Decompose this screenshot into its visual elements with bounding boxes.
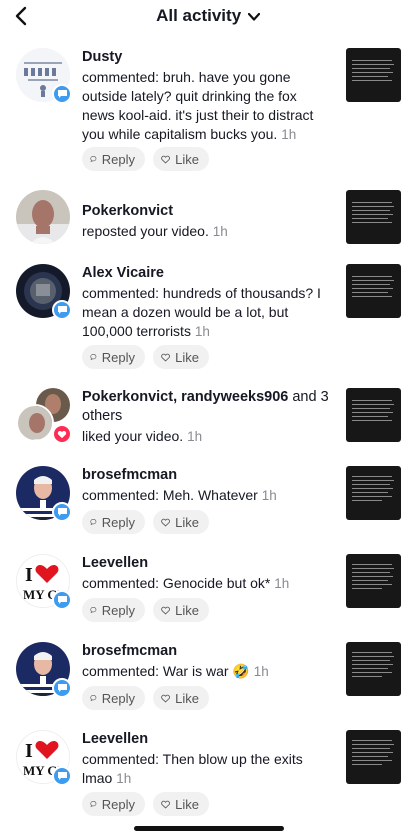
reply-button[interactable]: Reply (82, 147, 145, 171)
comment-badge-icon (52, 300, 72, 320)
activity-text: commented: Then blow up the exits lmao 1… (82, 751, 303, 786)
like-button[interactable]: Like (153, 598, 209, 622)
reply-button[interactable]: Reply (82, 345, 145, 369)
like-button[interactable]: Like (153, 686, 209, 710)
avatar[interactable] (16, 190, 70, 244)
reply-button[interactable]: Reply (82, 510, 145, 534)
activity-item[interactable]: Pokerkonvict reposted your video. 1h (0, 188, 416, 248)
activity-item[interactable]: Alex Vicaire commented: hundreds of thou… (0, 262, 416, 372)
like-button[interactable]: Like (153, 792, 209, 816)
timestamp: 1h (187, 429, 203, 444)
comment-badge-icon (52, 766, 72, 786)
activity-item[interactable]: Pokerkonvict, randyweeks906 and 3 others… (0, 386, 416, 450)
like-button[interactable]: Like (153, 147, 209, 171)
speech-bubble-icon (90, 156, 97, 163)
comment-badge-icon (52, 84, 72, 104)
heart-badge-icon (52, 424, 72, 444)
username[interactable]: Leevellen (82, 554, 332, 573)
activity-text: commented: War is war 🤣 1h (82, 663, 269, 679)
comment-badge-icon (52, 502, 72, 522)
usernames[interactable]: Pokerkonvict, randyweeks906 and 3 others (82, 388, 332, 426)
speech-bubble-icon (90, 354, 97, 361)
timestamp: 1h (261, 488, 277, 503)
avatar (16, 404, 54, 442)
timestamp: 1h (116, 771, 132, 786)
home-indicator[interactable] (134, 826, 284, 831)
heart-icon (161, 155, 170, 164)
username[interactable]: brosefmcman (82, 642, 332, 661)
heart-icon (161, 800, 170, 809)
comment-badge-icon (52, 590, 72, 610)
activity-text: reposted your video. 1h (82, 223, 228, 239)
activity-text: commented: Genocide but ok* 1h (82, 575, 290, 591)
video-thumbnail[interactable] (346, 730, 401, 784)
timestamp: 1h (253, 664, 269, 679)
video-thumbnail[interactable] (346, 554, 401, 608)
header: All activity (0, 0, 416, 34)
like-button[interactable]: Like (153, 510, 209, 534)
video-thumbnail[interactable] (346, 190, 401, 244)
timestamp: 1h (212, 224, 228, 239)
like-button[interactable]: Like (153, 345, 209, 369)
video-thumbnail[interactable] (346, 388, 401, 442)
activity-item[interactable]: Dusty commented: bruh. have you gone out… (0, 44, 416, 174)
activity-item[interactable]: brosefmcman commented: Meh. Whatever 1h … (0, 464, 416, 544)
reply-button[interactable]: Reply (82, 686, 145, 710)
timestamp: 1h (194, 324, 210, 339)
activity-item[interactable]: I MY GF Leevellen commented: Then blow u… (0, 728, 416, 820)
speech-bubble-icon (90, 519, 97, 526)
username[interactable]: Dusty (82, 48, 332, 67)
timestamp: 1h (281, 127, 297, 142)
reply-button[interactable]: Reply (82, 598, 145, 622)
heart-icon (161, 606, 170, 615)
username[interactable]: Leevellen (82, 730, 332, 749)
activity-item[interactable]: brosefmcman commented: War is war 🤣 1h R… (0, 640, 416, 720)
username[interactable]: brosefmcman (82, 466, 332, 485)
timestamp: 1h (274, 576, 290, 591)
username[interactable]: Pokerkonvict (82, 202, 332, 221)
video-thumbnail[interactable] (346, 264, 401, 318)
activity-text: commented: bruh. have you gone outside l… (82, 69, 314, 142)
speech-bubble-icon (90, 607, 97, 614)
speech-bubble-icon (90, 801, 97, 808)
chevron-down-icon (247, 12, 260, 21)
username[interactable]: Alex Vicaire (82, 264, 332, 283)
speech-bubble-icon (90, 695, 97, 702)
activity-text: liked your video. 1h (82, 428, 203, 444)
heart-icon (161, 694, 170, 703)
activity-item[interactable]: I MY GF Leevellen commented: Genocide bu… (0, 552, 416, 632)
activity-text: commented: Meh. Whatever 1h (82, 487, 277, 503)
page-title: All activity (156, 6, 242, 25)
comment-badge-icon (52, 678, 72, 698)
video-thumbnail[interactable] (346, 466, 401, 520)
heart-icon (161, 353, 170, 362)
activity-text: commented: hundreds of thousands? I mean… (82, 285, 321, 339)
svg-text:I: I (25, 740, 33, 762)
heart-icon (161, 518, 170, 527)
video-thumbnail[interactable] (346, 642, 401, 696)
video-thumbnail[interactable] (346, 48, 401, 102)
svg-text:I: I (25, 564, 33, 586)
reply-button[interactable]: Reply (82, 792, 145, 816)
activity-filter-dropdown[interactable]: All activity (0, 6, 416, 26)
